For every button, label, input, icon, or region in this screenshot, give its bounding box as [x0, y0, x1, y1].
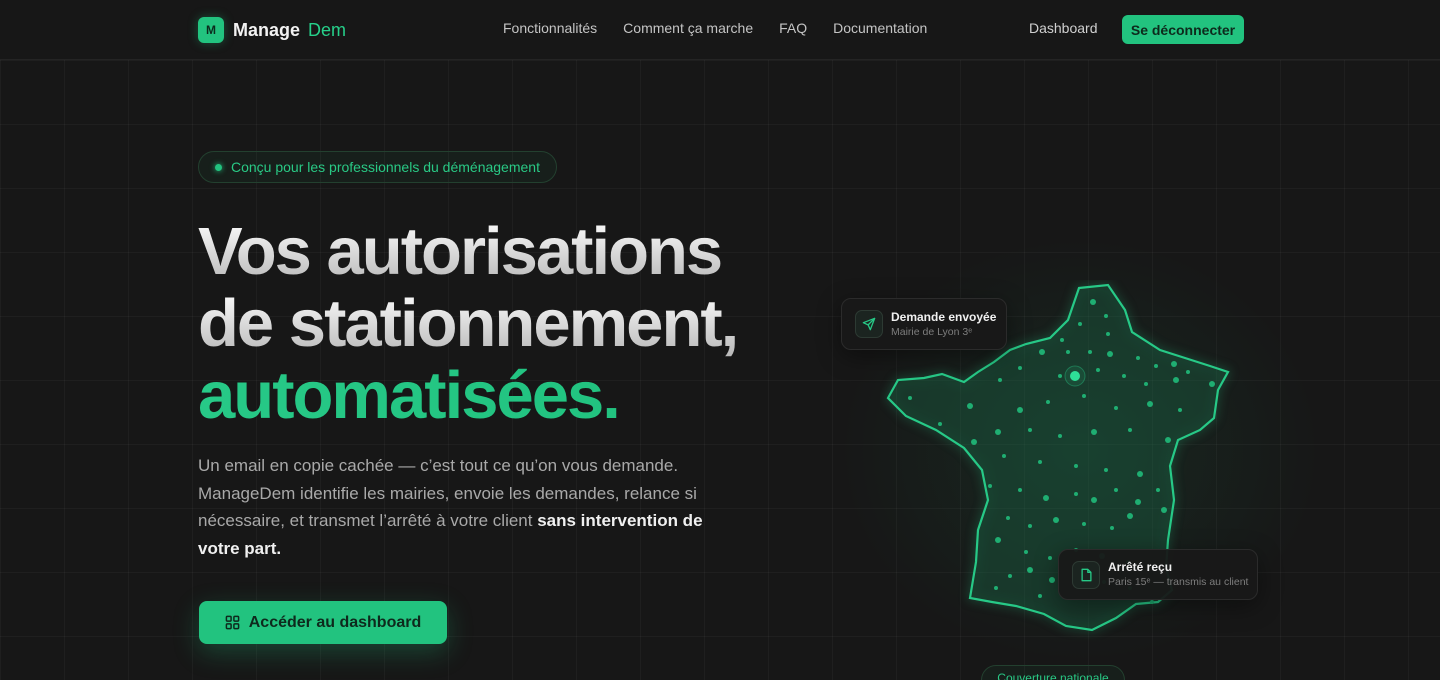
lyon-highlight-marker [1064, 365, 1086, 387]
nav-link-features[interactable]: Fonctionnalités [503, 20, 597, 36]
hero-title-line-1: Vos autorisations [198, 216, 798, 288]
dashboard-grid-icon [225, 615, 240, 630]
logo-word: Manage [233, 19, 301, 40]
document-icon [1072, 560, 1100, 589]
notification-card-order-received: Arrêté reçu Paris 15ᵉ — transmis au clie… [1058, 549, 1258, 600]
logo-accent: Dem [308, 19, 347, 40]
card-title: Arrêté reçu [1108, 560, 1173, 574]
main-nav: Fonctionnalités Comment ça marche FAQ Do… [503, 20, 953, 36]
logo-mark: M [198, 17, 224, 43]
dashboard-cta-label: Accéder au dashboard [248, 613, 422, 631]
coverage-badge: Couverture nationale [981, 665, 1125, 680]
hero-title-line-2: de stationnement, [198, 288, 798, 360]
card-subtitle: Paris 15ᵉ — transmis au client [1108, 576, 1249, 588]
top-navbar: M Manage Dem Fonctionnalités Comment ça … [0, 0, 1440, 60]
card-title: Demande envoyée [891, 309, 997, 324]
notification-card-request-sent: Demande envoyée Mairie de Lyon 3ᵉ [841, 298, 1007, 350]
dashboard-cta-button[interactable]: Accéder au dashboard [199, 601, 447, 644]
badge-text: Conçu pour les professionnels du déménag… [231, 159, 540, 175]
audience-badge: Conçu pour les professionnels du déménag… [198, 151, 557, 183]
logout-button[interactable]: Se déconnecter [1122, 15, 1244, 44]
nav-link-how-it-works[interactable]: Comment ça marche [623, 20, 753, 36]
hero-title-line-3: automatisées. [198, 360, 798, 432]
header-dashboard-link[interactable]: Dashboard [1029, 20, 1098, 36]
card-subtitle: Mairie de Lyon 3ᵉ [891, 325, 973, 338]
logo[interactable]: M Manage Dem [198, 16, 346, 44]
nav-link-faq[interactable]: FAQ [779, 20, 807, 36]
hero-title: Vos autorisations de stationnement, auto… [198, 216, 798, 432]
badge-dot-icon [215, 163, 222, 171]
send-icon [855, 310, 883, 338]
hero-description: Un email en copie cachée — c’est tout ce… [198, 452, 738, 562]
nav-link-documentation[interactable]: Documentation [833, 20, 927, 36]
